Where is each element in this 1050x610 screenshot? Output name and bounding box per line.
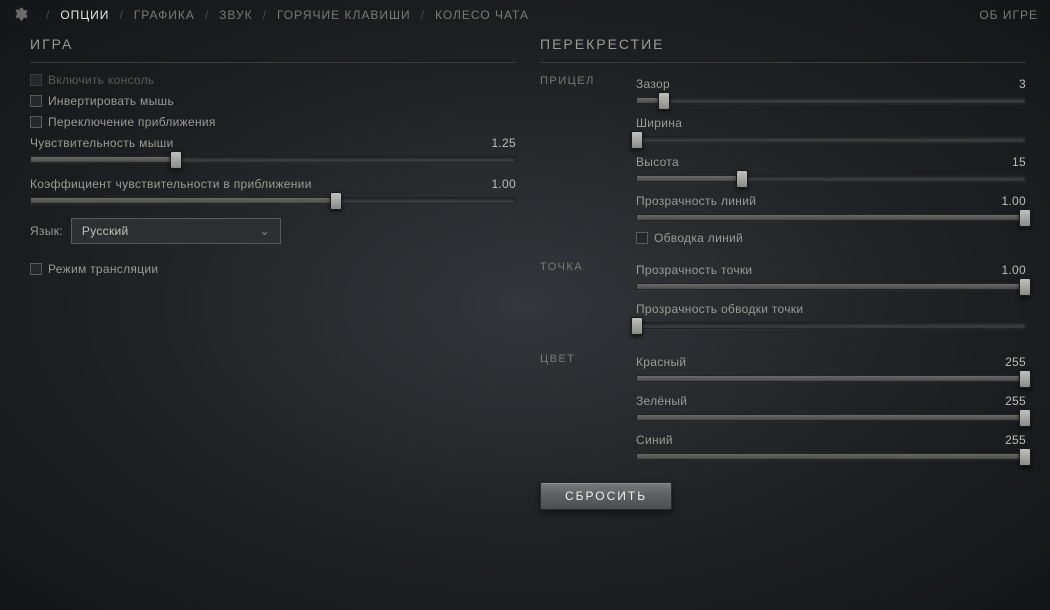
group-dot: ТОЧКА Прозрачность точки 1.00 Прозрачнос… <box>540 259 1026 341</box>
slider-track[interactable] <box>636 214 1026 221</box>
tab-options[interactable]: ОПЦИИ <box>60 8 109 22</box>
slider-track[interactable] <box>636 322 1026 329</box>
crosshair-title: ПЕРЕКРЕСТИЕ <box>540 36 1026 52</box>
checkbox-toggle-zoom[interactable]: Переключение приближения <box>30 115 516 129</box>
slider-value: 3 <box>1019 77 1026 91</box>
language-row: Язык: Русский ⌄ <box>30 218 516 244</box>
slider-value: 255 <box>1005 433 1026 447</box>
divider <box>540 62 1026 63</box>
slider-thumb[interactable] <box>1019 370 1031 388</box>
gear-icon[interactable] <box>12 6 28 25</box>
checkbox-label: Переключение приближения <box>48 115 216 129</box>
tab-sound[interactable]: ЗВУК <box>219 8 252 22</box>
checkbox-label: Инвертировать мышь <box>48 94 174 108</box>
slider-label: Чувствительность мыши <box>30 136 174 150</box>
slider-label: Зазор <box>636 77 670 91</box>
slider-blue[interactable]: Синий 255 <box>636 433 1026 460</box>
slider-thumb[interactable] <box>631 131 643 149</box>
game-section: ИГРА Включить консоль Инвертировать мышь… <box>30 36 516 510</box>
group-label: ПРИЦЕЛ <box>540 73 636 249</box>
slider-track[interactable] <box>636 283 1026 290</box>
slider-label: Прозрачность линий <box>636 194 756 208</box>
slider-dot-alpha[interactable]: Прозрачность точки 1.00 <box>636 263 1026 290</box>
slider-track[interactable] <box>636 375 1026 382</box>
checkbox-icon <box>30 95 42 107</box>
language-select[interactable]: Русский ⌄ <box>71 218 281 244</box>
slider-label: Прозрачность обводки точки <box>636 302 803 316</box>
slider-mouse-sens[interactable]: Чувствительность мыши 1.25 <box>30 136 516 163</box>
checkbox-icon <box>636 232 648 244</box>
slider-thumb[interactable] <box>658 92 670 110</box>
slider-green[interactable]: Зелёный 255 <box>636 394 1026 421</box>
nav-sep: / <box>263 8 267 22</box>
slider-thumb[interactable] <box>631 317 643 335</box>
slider-label: Коэффициент чувствительности в приближен… <box>30 177 312 191</box>
crosshair-section: ПЕРЕКРЕСТИЕ ПРИЦЕЛ Зазор 3 Ширин <box>540 36 1026 510</box>
game-title: ИГРА <box>30 36 516 52</box>
slider-height[interactable]: Высота 15 <box>636 155 1026 182</box>
slider-dot-outline-alpha[interactable]: Прозрачность обводки точки <box>636 302 1026 329</box>
slider-thumb[interactable] <box>1019 209 1031 227</box>
language-value: Русский <box>82 224 129 238</box>
nav-sep: / <box>421 8 425 22</box>
nav-sep: / <box>119 8 123 22</box>
reset-button[interactable]: СБРОСИТЬ <box>540 482 672 510</box>
nav-sep: / <box>46 8 50 22</box>
slider-label: Красный <box>636 355 686 369</box>
checkbox-invert-mouse[interactable]: Инвертировать мышь <box>30 94 516 108</box>
slider-track[interactable] <box>636 453 1026 460</box>
checkbox-label: Режим трансляции <box>48 262 158 276</box>
tab-chatwheel[interactable]: КОЛЕСО ЧАТА <box>435 8 529 22</box>
slider-line-alpha[interactable]: Прозрачность линий 1.00 <box>636 194 1026 221</box>
checkbox-line-outline[interactable]: Обводка линий <box>636 231 1026 245</box>
slider-value: 1.00 <box>491 177 516 191</box>
slider-value: 1.00 <box>1001 263 1026 277</box>
slider-label: Зелёный <box>636 394 687 408</box>
checkbox-label: Включить консоль <box>48 73 154 87</box>
top-nav: / ОПЦИИ / ГРАФИКА / ЗВУК / ГОРЯЧИЕ КЛАВИ… <box>0 0 1050 30</box>
slider-track[interactable] <box>636 175 1026 182</box>
slider-value: 255 <box>1005 355 1026 369</box>
slider-label: Синий <box>636 433 673 447</box>
checkbox-icon <box>30 116 42 128</box>
slider-zoom-sens[interactable]: Коэффициент чувствительности в приближен… <box>30 177 516 204</box>
slider-label: Прозрачность точки <box>636 263 752 277</box>
slider-label: Ширина <box>636 116 682 130</box>
slider-red[interactable]: Красный 255 <box>636 355 1026 382</box>
slider-thumb[interactable] <box>170 151 182 169</box>
checkbox-enable-console: Включить консоль <box>30 73 516 87</box>
slider-value: 1.25 <box>491 136 516 150</box>
divider <box>30 62 516 63</box>
group-reticle: ПРИЦЕЛ Зазор 3 Ширина <box>540 73 1026 249</box>
slider-thumb[interactable] <box>736 170 748 188</box>
nav-sep: / <box>205 8 209 22</box>
slider-value: 1.00 <box>1001 194 1026 208</box>
slider-thumb[interactable] <box>1019 448 1031 466</box>
slider-thumb[interactable] <box>330 192 342 210</box>
slider-track[interactable] <box>636 136 1026 143</box>
slider-track[interactable] <box>636 97 1026 104</box>
language-label: Язык: <box>30 224 63 238</box>
checkbox-icon <box>30 263 42 275</box>
slider-track[interactable] <box>30 197 516 204</box>
slider-width[interactable]: Ширина <box>636 116 1026 143</box>
tab-graphics[interactable]: ГРАФИКА <box>134 8 195 22</box>
group-label: ЦВЕТ <box>540 351 636 472</box>
slider-gap[interactable]: Зазор 3 <box>636 77 1026 104</box>
group-color: ЦВЕТ Красный 255 Зелёный 255 <box>540 351 1026 472</box>
checkbox-icon <box>30 74 42 86</box>
slider-thumb[interactable] <box>1019 409 1031 427</box>
group-label: ТОЧКА <box>540 259 636 341</box>
slider-label: Высота <box>636 155 679 169</box>
slider-track[interactable] <box>30 156 516 163</box>
checkbox-label: Обводка линий <box>654 231 743 245</box>
slider-track[interactable] <box>636 414 1026 421</box>
chevron-down-icon: ⌄ <box>260 224 270 238</box>
checkbox-stream-mode[interactable]: Режим трансляции <box>30 262 516 276</box>
slider-value: 255 <box>1005 394 1026 408</box>
tab-about[interactable]: ОБ ИГРЕ <box>979 8 1038 22</box>
slider-thumb[interactable] <box>1019 278 1031 296</box>
tab-hotkeys[interactable]: ГОРЯЧИЕ КЛАВИШИ <box>277 8 411 22</box>
slider-value: 15 <box>1012 155 1026 169</box>
